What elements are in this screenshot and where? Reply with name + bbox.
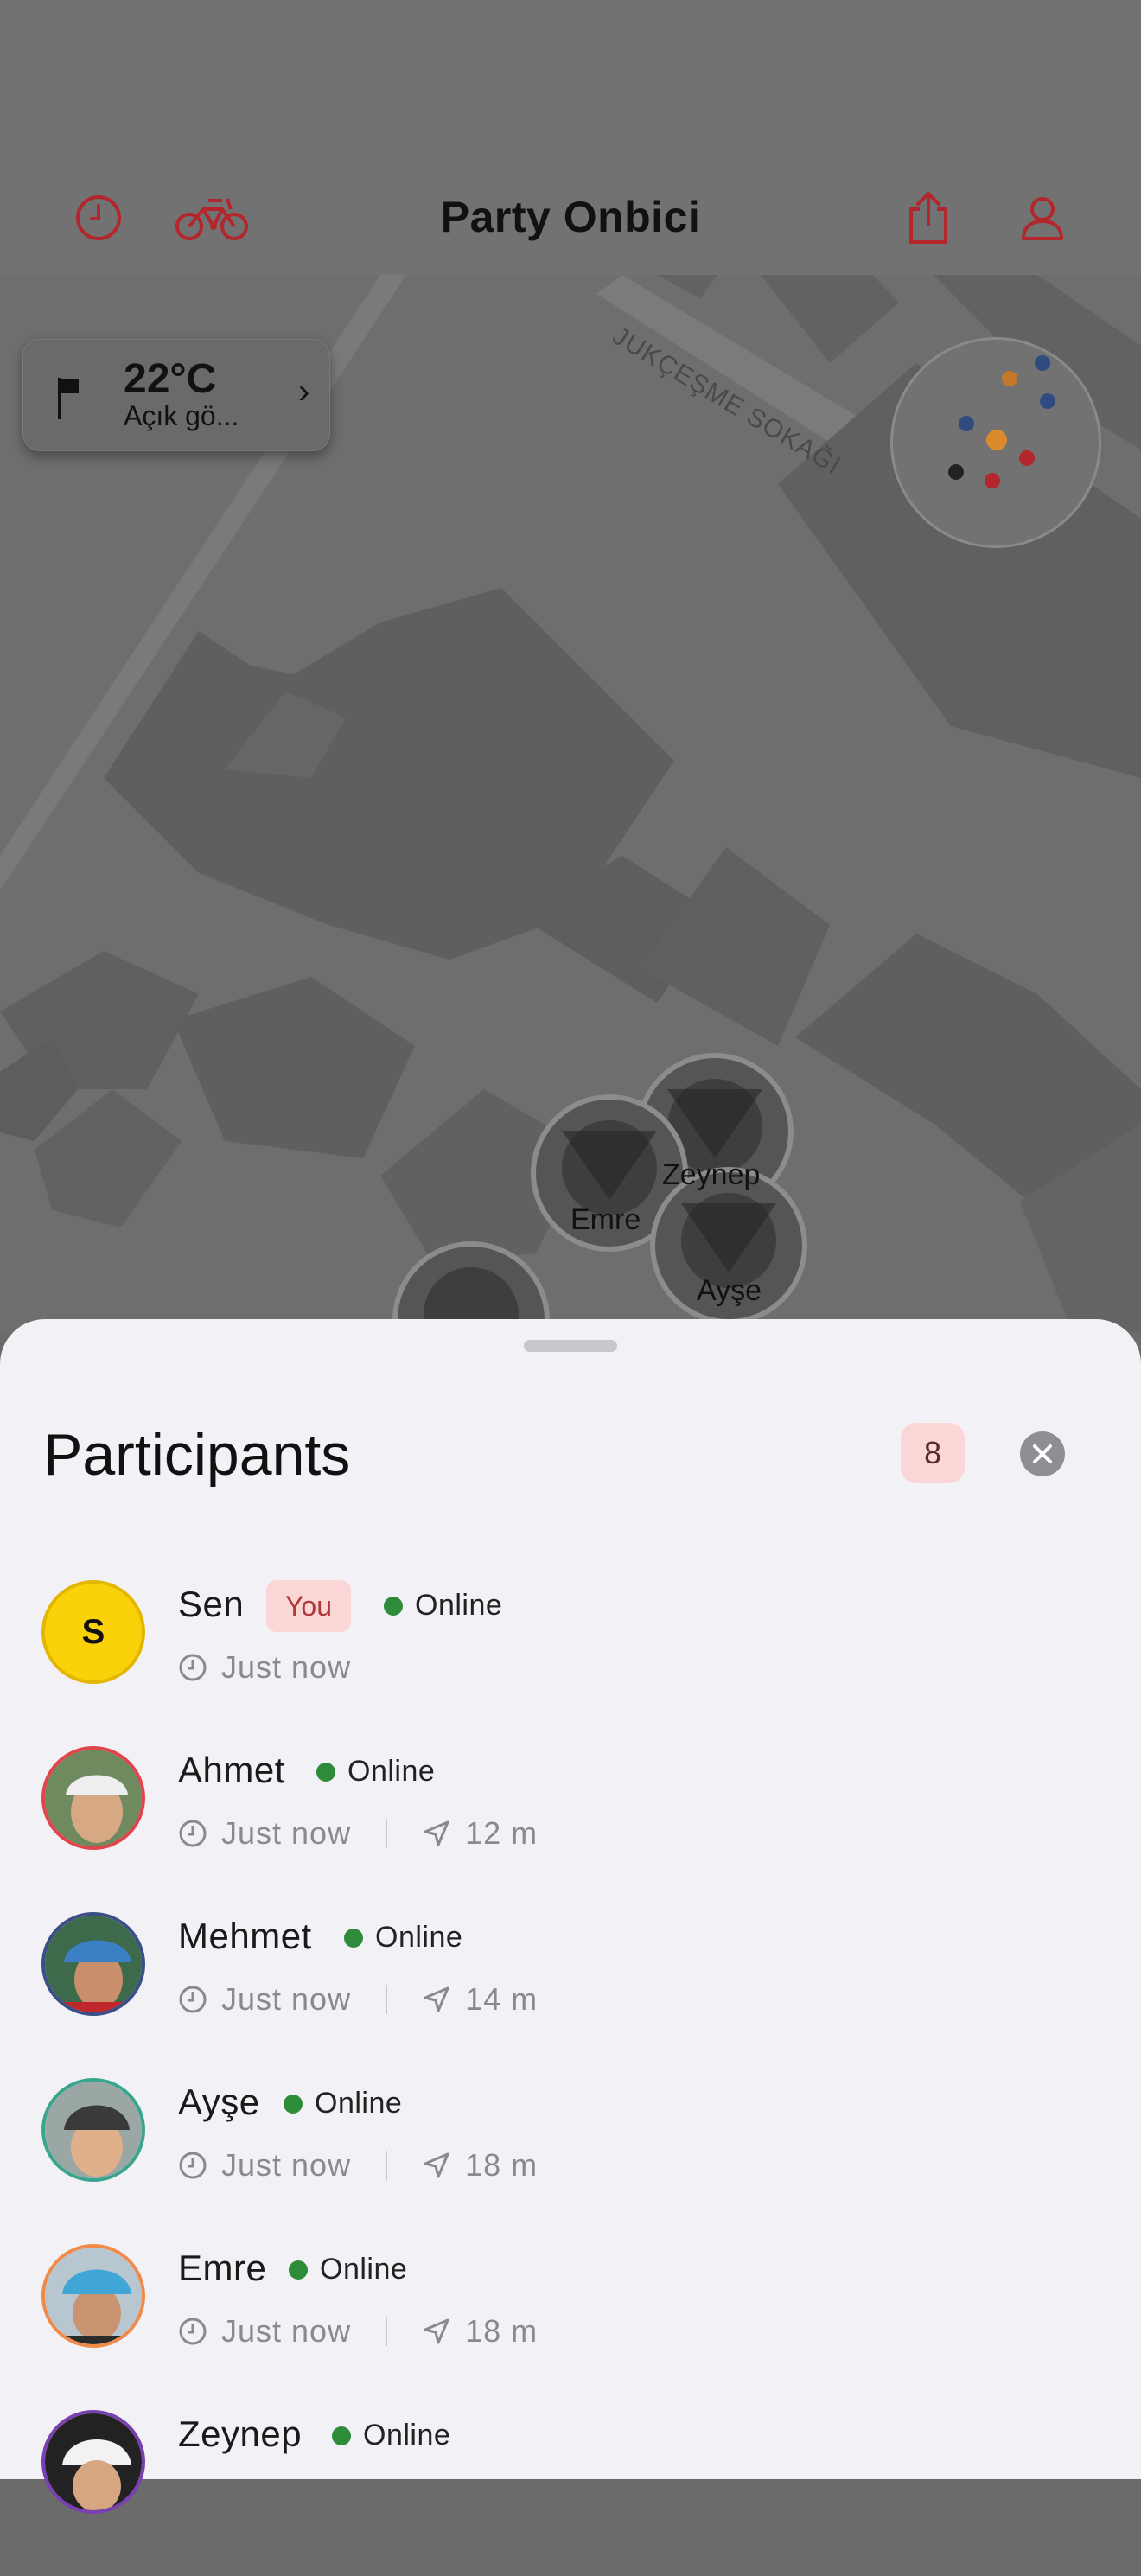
participant-row-ahmet[interactable]: Ahmet Online Just now 12 m (0, 1746, 1141, 1912)
participant-name: Zeynep (178, 2413, 303, 2454)
last-seen: Just now (221, 1981, 352, 2017)
distance: 18 m (465, 2313, 539, 2349)
online-dot-icon (284, 2094, 303, 2114)
participants-sheet: Participants 8 S Sen You Online Just now… (0, 1319, 1141, 2514)
flag-icon (54, 374, 89, 427)
distance: 14 m (465, 1981, 539, 2017)
distance: 12 m (465, 1815, 539, 1851)
status-indicator: Online (344, 1921, 462, 1954)
radar-dot (1040, 393, 1055, 409)
page-title: Party Onbici (440, 193, 701, 241)
participant-row-zeynep[interactable]: Zeynep Online (0, 2410, 1141, 2576)
last-seen: Just now (221, 1815, 352, 1851)
radar-dot (948, 464, 964, 480)
location-arrow-icon (424, 1986, 449, 2012)
sheet-grabber[interactable] (524, 1340, 617, 1352)
participant-row-ayse[interactable]: Ayşe Online Just now 18 m (0, 2078, 1141, 2244)
sheet-title: Participants (43, 1422, 351, 1488)
last-seen: Just now (221, 1649, 352, 1685)
clock-icon (179, 1654, 207, 1681)
status-indicator: Online (332, 2419, 450, 2452)
last-seen: Just now (221, 2147, 352, 2183)
online-dot-icon (332, 2426, 351, 2445)
participant-name: Ayşe (178, 2082, 260, 2122)
status-indicator: Online (284, 2087, 402, 2120)
participant-row-emre[interactable]: Emre Online Just now 18 m (0, 2244, 1141, 2410)
participant-name: Mehmet (178, 1916, 312, 1956)
location-arrow-icon (424, 2318, 449, 2344)
radar-dot (1019, 450, 1035, 466)
status-indicator: Online (289, 2253, 407, 2286)
marker-label-emre: Emre (570, 1203, 641, 1236)
radar-dot (1002, 371, 1017, 386)
avatar (41, 2410, 145, 2514)
location-arrow-icon (424, 2152, 449, 2178)
person-icon[interactable] (1008, 183, 1077, 252)
online-dot-icon (384, 1596, 403, 1616)
last-seen: Just now (221, 2313, 352, 2349)
clock-icon (179, 1986, 207, 2013)
close-icon (1033, 1444, 1052, 1463)
avatar (41, 1912, 145, 2016)
radar-dot (959, 416, 974, 431)
marker-label-zeynep: Zeynep (662, 1158, 761, 1191)
radar-center-dot (986, 430, 1007, 450)
participant-name: Sen (178, 1584, 245, 1624)
avatar: S (41, 1580, 145, 1684)
participant-meta: Just now 18 m (178, 2313, 538, 2350)
avatar (41, 2244, 145, 2348)
clock-icon (179, 2152, 207, 2179)
top-bar: Party Onbici (0, 0, 1141, 275)
chevron-right-icon: › (298, 373, 310, 411)
online-dot-icon (316, 1762, 335, 1782)
location-arrow-icon (424, 1820, 449, 1846)
online-dot-icon (289, 2260, 308, 2280)
participant-name: Ahmet (178, 1750, 285, 1790)
status-indicator: Online (384, 1589, 502, 1623)
distance: 18 m (465, 2147, 539, 2183)
participant-meta: Just now 18 m (178, 2147, 538, 2184)
avatar (41, 2078, 145, 2182)
participant-meta: Just now 14 m (178, 1981, 538, 2018)
weather-card[interactable]: 22°C Açık gö... › (22, 339, 330, 451)
participant-row-sen[interactable]: S Sen You Online Just now (0, 1580, 1141, 1746)
participant-meta: Just now 12 m (178, 1815, 538, 1852)
you-badge: You (266, 1580, 351, 1632)
clock-icon (179, 2318, 207, 2345)
online-dot-icon (344, 1928, 363, 1948)
radar-dot (985, 473, 1000, 488)
participant-name: Emre (178, 2248, 267, 2288)
close-button[interactable] (1020, 1431, 1065, 1476)
weather-temperature: 22°C (124, 356, 217, 402)
participant-meta: Just now (178, 1649, 351, 1686)
participant-row-mehmet[interactable]: Mehmet Online Just now 14 m (0, 1912, 1141, 2078)
share-icon[interactable] (894, 183, 963, 252)
clock-icon (179, 1820, 207, 1847)
status-indicator: Online (316, 1755, 435, 1789)
participant-count-badge: 8 (901, 1423, 965, 1483)
weather-description: Açık gö... (124, 400, 239, 431)
marker-label-ayse: Ayşe (697, 1274, 762, 1307)
radar-dot (1035, 355, 1050, 371)
avatar (41, 1746, 145, 1850)
radar-minimap[interactable] (890, 337, 1101, 548)
